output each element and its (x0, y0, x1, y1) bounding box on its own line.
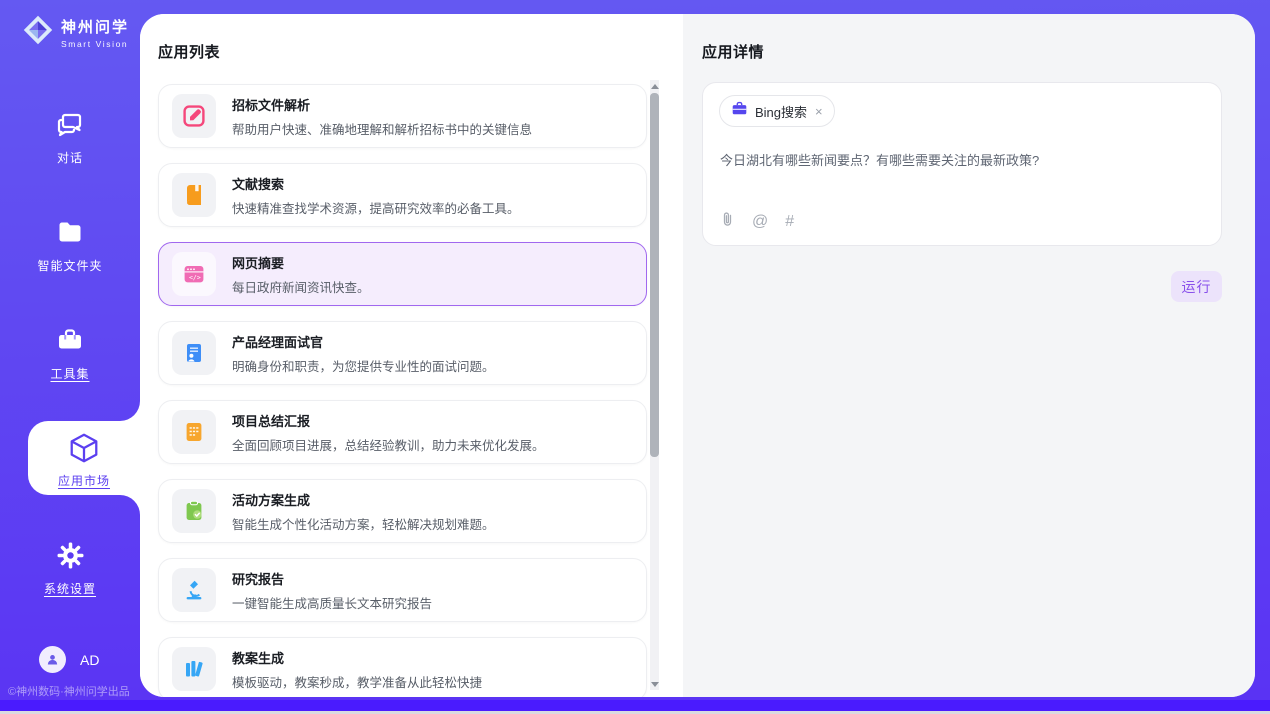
app-card-title: 文献搜索 (232, 174, 520, 193)
sidebar-item-label: 系统设置 (0, 580, 140, 597)
folder-icon (56, 233, 84, 250)
prompt-toolbar: @ # (720, 211, 794, 232)
app-card-desc: 每日政府新闻资讯快查。 (232, 277, 370, 296)
at-icon[interactable]: @ (752, 214, 768, 230)
bottom-accent-bar (0, 700, 1270, 711)
sidebar-item-label: 对话 (0, 149, 140, 166)
app-cards: 招标文件解析 帮助用户快速、准确地理解和解析招标书中的关键信息 文献搜索 快速精… (158, 84, 647, 697)
diamond-logo-icon (22, 14, 54, 51)
avatar (39, 646, 66, 673)
app-card-title: 项目总结汇报 (232, 411, 545, 430)
scroll-thumb[interactable] (650, 93, 659, 457)
app-card-pm-interviewer[interactable]: 产品经理面试官 明确身份和职责，为您提供专业性的面试问题。 (158, 321, 647, 385)
close-icon[interactable]: × (815, 104, 823, 119)
tool-chip-bing-search[interactable]: Bing搜索 × (719, 95, 835, 127)
scroll-up-arrow[interactable] (650, 80, 659, 92)
webpage-icon: </> (172, 252, 216, 296)
app-card-lesson-plan[interactable]: 教案生成 模板驱动，教案秒成，教学准备从此轻松快捷 (158, 637, 647, 697)
sidebar-item-settings[interactable]: 系统设置 (0, 542, 140, 597)
prompt-card: Bing搜索 × 今日湖北有哪些新闻要点？有哪些需要关注的最新政策? @ # (702, 82, 1222, 246)
sidebar-item-label: 工具集 (0, 365, 140, 382)
app-card-desc: 全面回顾项目进展，总结经验教训，助力未来优化发展。 (232, 435, 545, 454)
brand-name: 神州问学 (61, 16, 129, 37)
app-card-desc: 模板驱动，教案秒成，教学准备从此轻松快捷 (232, 672, 482, 691)
app-card-desc: 一键智能生成高质量长文本研究报告 (232, 593, 432, 612)
sidebar-item-app-market[interactable]: 应用市场 (28, 421, 140, 495)
sidebar-item-toolkit[interactable]: 工具集 (0, 326, 140, 382)
toolbox-icon (56, 341, 84, 358)
sidebar-item-label: 智能文件夹 (0, 257, 140, 274)
report-icon (172, 410, 216, 454)
brand-logo: 神州问学 Smart Vision (22, 14, 129, 51)
app-card-desc: 明确身份和职责，为您提供专业性的面试问题。 (232, 356, 495, 375)
app-card-bid-parsing[interactable]: 招标文件解析 帮助用户快速、准确地理解和解析招标书中的关键信息 (158, 84, 647, 148)
cube-icon (28, 431, 140, 470)
app-card-event-plan[interactable]: 活动方案生成 智能生成个性化活动方案，轻松解决规划难题。 (158, 479, 647, 543)
interviewer-icon (172, 331, 216, 375)
app-card-desc: 帮助用户快速、准确地理解和解析招标书中的关键信息 (232, 119, 532, 138)
edit-doc-icon (172, 94, 216, 138)
app-card-title: 研究报告 (232, 569, 432, 588)
hash-icon[interactable]: # (785, 214, 794, 230)
app-list-panel: 应用列表 招标文件解析 帮助用户快速、准确地理解和解析招标书中的关键信息 (140, 14, 683, 697)
sidebar-item-label: 应用市场 (28, 472, 140, 489)
app-card-project-summary[interactable]: 项目总结汇报 全面回顾项目进展，总结经验教训，助力未来优化发展。 (158, 400, 647, 464)
app-card-literature-search[interactable]: 文献搜索 快速精准查找学术资源，提高研究效率的必备工具。 (158, 163, 647, 227)
tab-fillet-bottom (120, 495, 140, 515)
app-card-title: 产品经理面试官 (232, 332, 495, 351)
app-card-title: 活动方案生成 (232, 490, 495, 509)
app-detail-title: 应用详情 (702, 41, 764, 62)
sidebar: 神州问学 Smart Vision 对话 智能文件夹 (0, 0, 140, 714)
app-list-scrollbar[interactable] (650, 80, 659, 690)
app-list-title: 应用列表 (158, 41, 220, 62)
main-content: 应用列表 招标文件解析 帮助用户快速、准确地理解和解析招标书中的关键信息 (140, 14, 1255, 697)
user-row[interactable]: AD (39, 646, 99, 673)
sidebar-item-chat[interactable]: 对话 (0, 110, 140, 166)
clipboard-check-icon (172, 489, 216, 533)
paperclip-icon[interactable] (720, 211, 735, 232)
svg-text:</>: </> (189, 273, 201, 281)
app-card-title: 招标文件解析 (232, 95, 532, 114)
app-detail-panel: 应用详情 Bing搜索 × 今日湖北有哪些新闻要点？有哪些需要关注的最新政策? (683, 14, 1255, 697)
gear-icon (57, 556, 84, 573)
user-name: AD (80, 652, 99, 668)
book-icon (172, 173, 216, 217)
books-icon (172, 647, 216, 691)
prompt-input[interactable]: 今日湖北有哪些新闻要点？有哪些需要关注的最新政策? (720, 151, 1200, 171)
sidebar-item-smart-folder[interactable]: 智能文件夹 (0, 218, 140, 274)
tab-fillet-top (120, 401, 140, 421)
briefcase-icon (731, 100, 748, 122)
app-card-desc: 快速精准查找学术资源，提高研究效率的必备工具。 (232, 198, 520, 217)
run-button[interactable]: 运行 (1171, 271, 1222, 302)
copyright-text: ©神州数码·神州问学出品 (8, 683, 130, 699)
app-card-research-report[interactable]: 研究报告 一键智能生成高质量长文本研究报告 (158, 558, 647, 622)
app-card-web-summary[interactable]: </> 网页摘要 每日政府新闻资讯快查。 (158, 242, 647, 306)
tool-chip-label: Bing搜索 (755, 102, 807, 121)
app-card-title: 网页摘要 (232, 253, 370, 272)
brand-subtitle: Smart Vision (61, 39, 129, 49)
scroll-down-arrow[interactable] (650, 678, 659, 690)
chat-icon (56, 125, 84, 142)
app-card-desc: 智能生成个性化活动方案，轻松解决规划难题。 (232, 514, 495, 533)
app-card-title: 教案生成 (232, 648, 482, 667)
microscope-icon (172, 568, 216, 612)
